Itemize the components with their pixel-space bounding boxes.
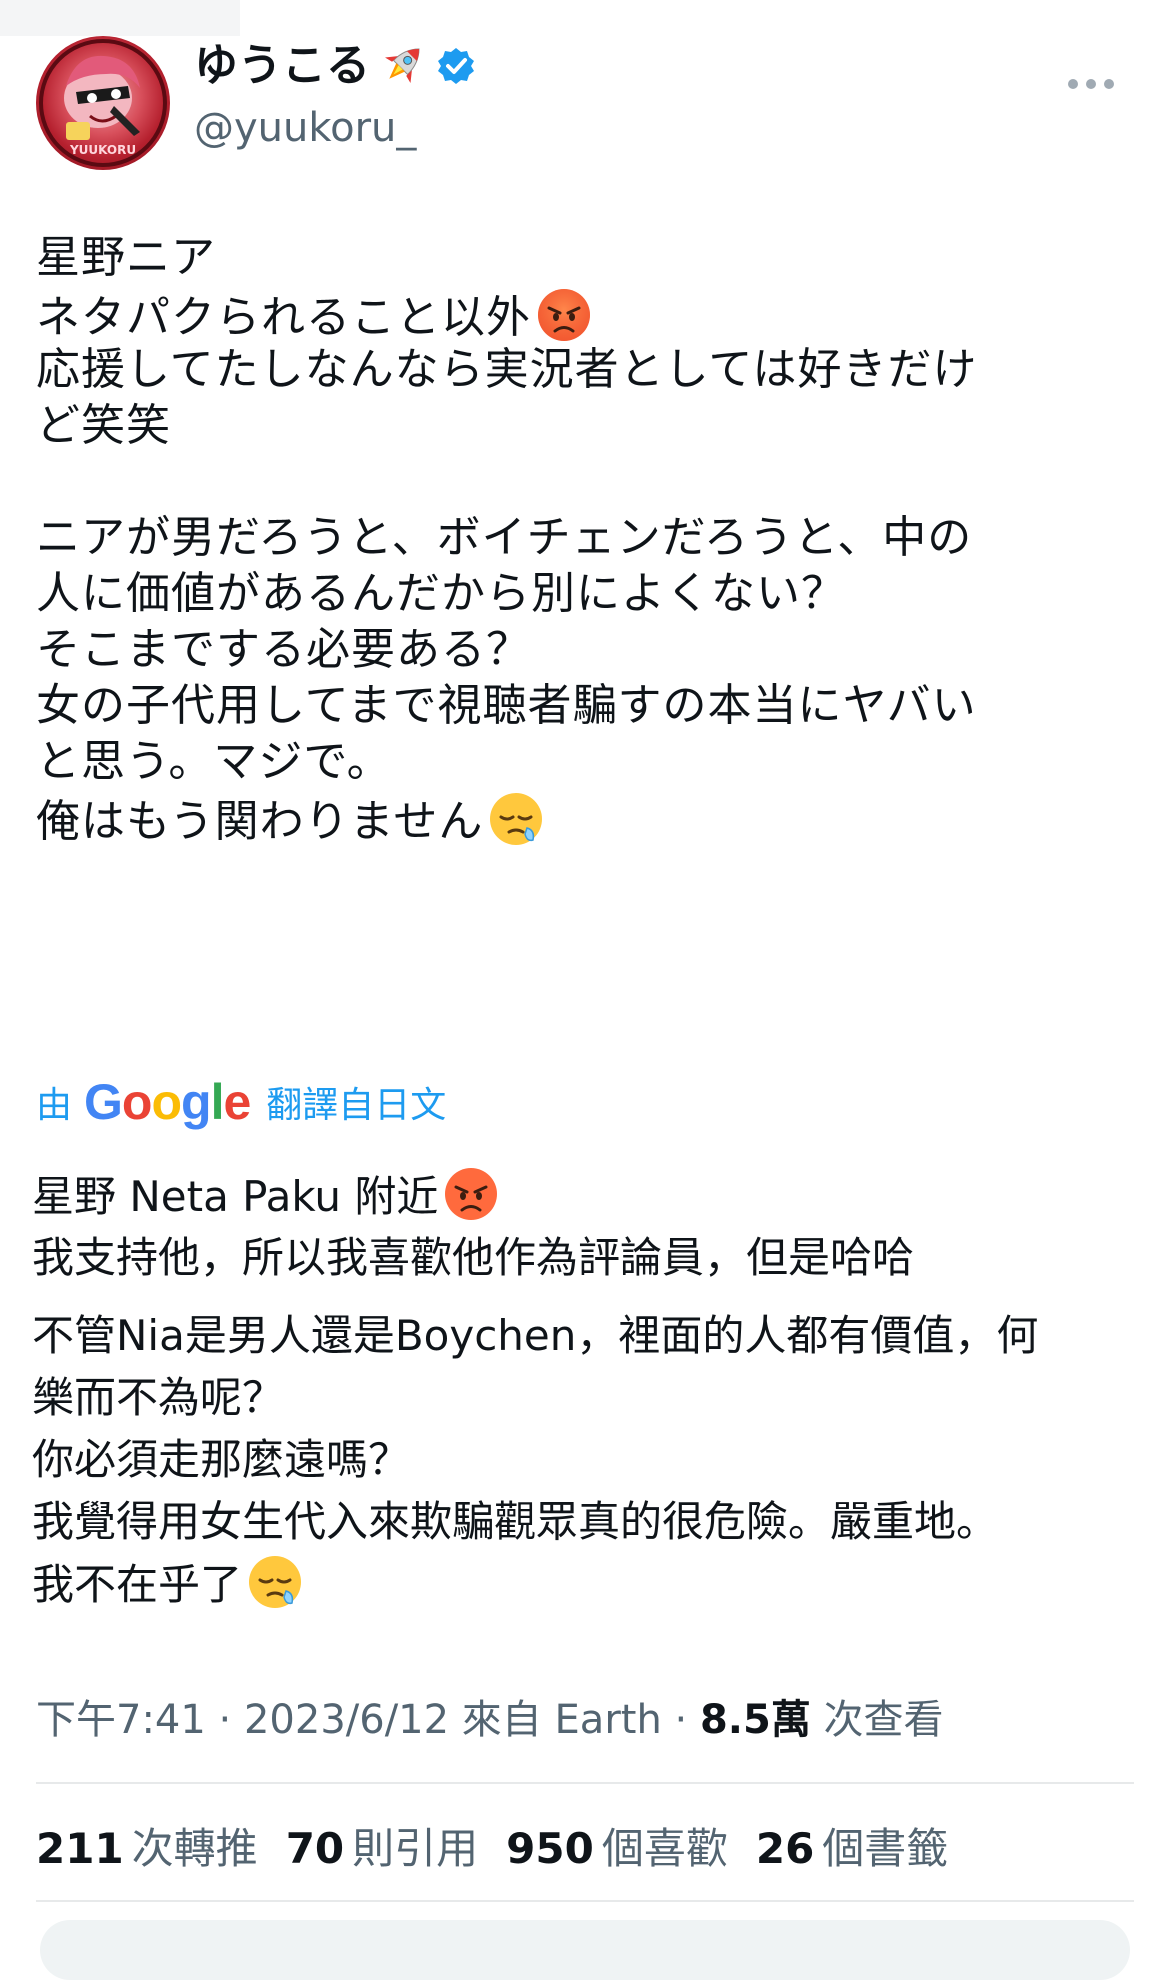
verified-badge-icon[interactable] bbox=[436, 46, 476, 86]
more-options-icon[interactable] bbox=[1066, 76, 1116, 90]
user-block[interactable]: ゆうこる @yuukoru_ bbox=[194, 36, 476, 156]
avatar-caption: YUUKORU bbox=[69, 143, 136, 157]
translation-line: 我不在乎了 bbox=[32, 1553, 1142, 1615]
tweet-time[interactable]: 下午7:41 bbox=[36, 1697, 206, 1743]
bookmarks-stat[interactable]: 26 個書籤 bbox=[756, 1815, 948, 1876]
angry-face-icon bbox=[535, 286, 593, 344]
sleepy-face-icon bbox=[487, 790, 545, 848]
tweet-line: 人に価値があるんだから別によくない？ bbox=[36, 568, 846, 619]
source-prefix: 來自 bbox=[449, 1697, 555, 1743]
tweet-header: YUUKORU ゆうこる @yuukoru_ bbox=[36, 36, 1136, 170]
google-logo: Google bbox=[84, 1074, 251, 1130]
meta-separator: · bbox=[205, 1697, 244, 1743]
angry-face-icon bbox=[442, 1165, 500, 1223]
display-name[interactable]: ゆうこる bbox=[194, 36, 370, 96]
tweet-meta: 下午7:41 · 2023/6/12 來自 Earth · 8.5萬 次查看 bbox=[36, 1690, 944, 1750]
retweets-stat[interactable]: 211 次轉推 bbox=[36, 1815, 258, 1876]
translation-line: 星野 Neta Paku 附近 bbox=[32, 1165, 1142, 1227]
engagement-stats: 211 次轉推 70 則引用 950 個喜歡 26 個書籤 bbox=[36, 1815, 976, 1875]
tweet-line: そこまでする必要ある？ bbox=[36, 624, 531, 675]
avatar-illustration: YUUKORU bbox=[39, 39, 167, 167]
sleepy-face-icon bbox=[246, 1553, 304, 1611]
stat-label: 個喜歡 bbox=[601, 1823, 728, 1873]
tweet-line-text: 俺はもう関わりません bbox=[36, 796, 484, 847]
translation-line-text: 星野 Neta Paku 附近 bbox=[32, 1172, 439, 1221]
stat-label: 個書籤 bbox=[822, 1823, 949, 1873]
translation-line: 你必須走那麼遠嗎？ bbox=[32, 1435, 411, 1484]
tweet-line: ど笑笑 bbox=[36, 400, 171, 451]
translate-from-label: 翻譯自日文 bbox=[266, 1085, 447, 1126]
likes-stat[interactable]: 950 個喜歡 bbox=[506, 1815, 728, 1876]
avatar[interactable]: YUUKORU bbox=[36, 36, 170, 170]
translate-attribution[interactable]: 由 Google 翻譯自日文 bbox=[36, 1072, 446, 1132]
stat-label: 則引用 bbox=[352, 1823, 479, 1873]
meta-separator: · bbox=[661, 1697, 700, 1743]
tweet-line: 俺はもう関わりません bbox=[36, 790, 1146, 848]
tweet-date[interactable]: 2023/6/12 bbox=[244, 1697, 449, 1743]
translate-by-label: 由 bbox=[36, 1085, 73, 1126]
quotes-stat[interactable]: 70 則引用 bbox=[286, 1815, 478, 1876]
rocket-icon bbox=[374, 38, 430, 94]
translation-line: 我支持他，所以我喜歡他作為評論員，但是哈哈 bbox=[32, 1233, 915, 1282]
translation-line: 樂而不為呢？ bbox=[32, 1373, 285, 1422]
tweet-line: 応援してたしなんなら実況者としては好きだけ bbox=[36, 344, 978, 395]
tweet-line: ニアが男だろうと、ボイチェンだろうと、中の bbox=[36, 512, 973, 563]
views-label: 次查看 bbox=[810, 1697, 944, 1743]
tweet-source: Earth bbox=[554, 1697, 662, 1743]
tweet-line-text: ネタパクられること以外 bbox=[36, 292, 531, 343]
status-bar-remnant bbox=[0, 0, 240, 36]
stat-count: 950 bbox=[506, 1823, 594, 1873]
tweet-text: 星野ニア ネタパクられること以外 応援してたしなんなら実況者としては好きだけ ど… bbox=[36, 230, 1146, 848]
tweet-line: 星野ニア bbox=[36, 232, 216, 283]
paragraph-break bbox=[36, 454, 1146, 510]
reply-input[interactable] bbox=[40, 1920, 1130, 1980]
tweet-line: ネタパクられること以外 bbox=[36, 286, 1146, 344]
user-handle[interactable]: @yuukoru_ bbox=[194, 100, 476, 156]
translation-line: 我覺得用女生代入來欺騙觀眾真的很危險。嚴重地。 bbox=[32, 1497, 999, 1546]
translation-line-text: 我不在乎了 bbox=[32, 1560, 243, 1609]
stat-label: 次轉推 bbox=[131, 1823, 258, 1873]
divider bbox=[36, 1900, 1134, 1902]
translation-line: 不管Nia是男人還是Boychen，裡面的人都有價值，何 bbox=[32, 1311, 1039, 1360]
display-name-row: ゆうこる bbox=[194, 36, 476, 96]
paragraph-break bbox=[32, 1289, 1142, 1305]
tweet-line: と思う。マジで。 bbox=[36, 736, 392, 787]
stat-count: 70 bbox=[285, 1823, 345, 1873]
stat-count: 26 bbox=[755, 1823, 815, 1873]
divider bbox=[36, 1782, 1134, 1784]
stat-count: 211 bbox=[36, 1823, 124, 1873]
translated-text: 星野 Neta Paku 附近 我支持他，所以我喜歡他作為評論員，但是哈哈 不管… bbox=[32, 1165, 1142, 1615]
views-count: 8.5萬 bbox=[699, 1697, 811, 1743]
tweet-line: 女の子代用してまで視聴者騙すの本当にヤバい bbox=[36, 680, 977, 731]
